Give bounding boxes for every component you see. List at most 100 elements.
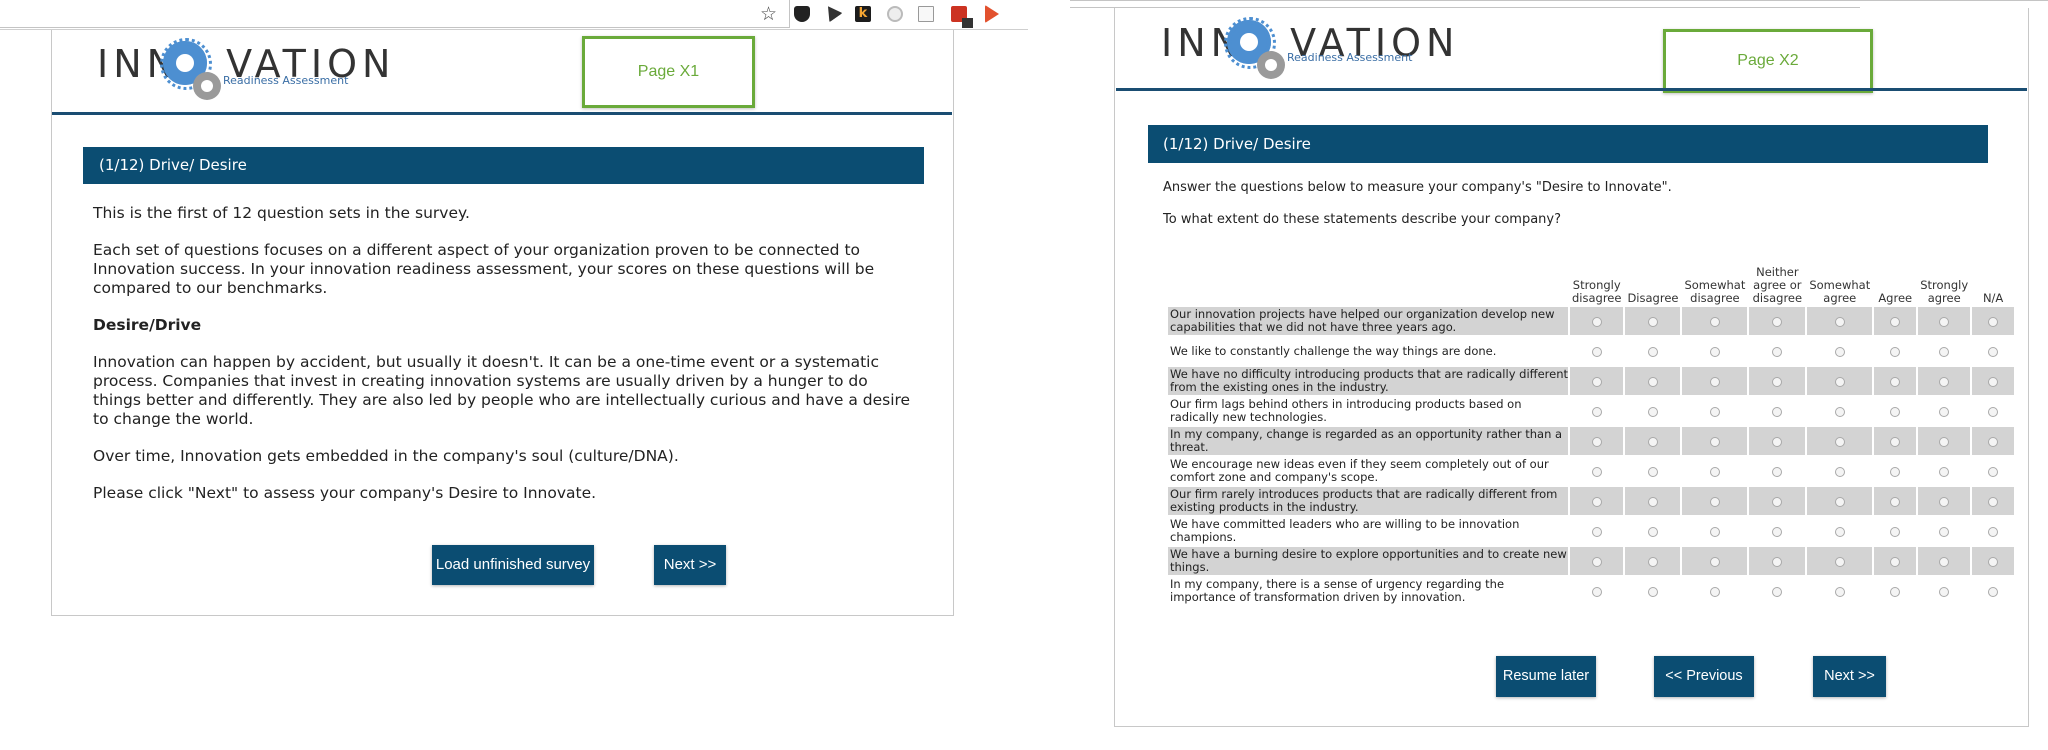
extension-feather-icon[interactable] [821, 1, 843, 23]
likert-radio-button[interactable] [1834, 406, 1845, 417]
likert-radio-button[interactable] [1647, 376, 1658, 387]
likert-radio-button[interactable] [1939, 526, 1950, 537]
likert-radio-button[interactable] [1772, 496, 1783, 507]
likert-radio-button[interactable] [1834, 556, 1845, 567]
likert-radio-button[interactable] [1591, 586, 1602, 597]
likert-radio-button[interactable] [1890, 346, 1901, 357]
likert-radio-button[interactable] [1890, 496, 1901, 507]
likert-radio-button[interactable] [1772, 376, 1783, 387]
likert-radio-button[interactable] [1939, 316, 1950, 327]
likert-radio-button[interactable] [1890, 436, 1901, 447]
likert-radio-button[interactable] [1647, 556, 1658, 567]
likert-radio-button[interactable] [1834, 376, 1845, 387]
extension-circle-icon[interactable] [887, 6, 903, 22]
load-unfinished-survey-button[interactable]: Load unfinished survey [432, 545, 594, 585]
likert-radio-button[interactable] [1647, 346, 1658, 357]
likert-radio-button[interactable] [1988, 436, 1999, 447]
likert-radio-button[interactable] [1591, 406, 1602, 417]
likert-radio-button[interactable] [1939, 346, 1950, 357]
address-bar-right[interactable] [1070, 1, 1860, 8]
likert-radio-button[interactable] [1591, 526, 1602, 537]
likert-radio-button[interactable] [1591, 316, 1602, 327]
likert-radio-button[interactable] [1988, 346, 1999, 357]
likert-radio-button[interactable] [1647, 436, 1658, 447]
likert-radio-button[interactable] [1834, 466, 1845, 477]
likert-radio-button[interactable] [1709, 556, 1720, 567]
likert-radio-button[interactable] [1939, 406, 1950, 417]
likert-radio-button[interactable] [1772, 436, 1783, 447]
likert-radio-button[interactable] [1709, 436, 1720, 447]
previous-button[interactable]: << Previous [1654, 656, 1754, 697]
likert-radio-button[interactable] [1709, 526, 1720, 537]
extension-page-icon[interactable] [918, 6, 934, 22]
likert-radio-button[interactable] [1591, 496, 1602, 507]
likert-radio-button[interactable] [1772, 316, 1783, 327]
likert-radio-button[interactable] [1647, 526, 1658, 537]
likert-radio-button[interactable] [1709, 466, 1720, 477]
likert-radio-button[interactable] [1709, 316, 1720, 327]
extension-owl-icon[interactable] [794, 6, 810, 22]
likert-radio-button[interactable] [1988, 376, 1999, 387]
likert-radio-button[interactable] [1890, 556, 1901, 567]
header-divider [52, 112, 952, 115]
likert-radio-button[interactable] [1988, 406, 1999, 417]
radio-cell [1749, 517, 1805, 545]
likert-radio-button[interactable] [1591, 376, 1602, 387]
likert-radio-button[interactable] [1772, 346, 1783, 357]
likert-radio-button[interactable] [1939, 376, 1950, 387]
radio-cell [1874, 367, 1917, 395]
likert-radio-button[interactable] [1988, 466, 1999, 477]
matrix-column-header: Strongly agree [1920, 278, 1969, 305]
likert-radio-button[interactable] [1647, 466, 1658, 477]
likert-radio-button[interactable] [1988, 526, 1999, 537]
likert-radio-button[interactable] [1890, 586, 1901, 597]
likert-radio-button[interactable] [1939, 586, 1950, 597]
likert-radio-button[interactable] [1709, 346, 1720, 357]
extension-calendar-icon[interactable] [951, 6, 973, 28]
likert-radio-button[interactable] [1647, 316, 1658, 327]
likert-radio-button[interactable] [1647, 586, 1658, 597]
likert-radio-button[interactable] [1890, 316, 1901, 327]
likert-radio-button[interactable] [1709, 586, 1720, 597]
likert-radio-button[interactable] [1709, 376, 1720, 387]
likert-radio-button[interactable] [1591, 556, 1602, 567]
likert-radio-button[interactable] [1772, 466, 1783, 477]
likert-radio-button[interactable] [1890, 466, 1901, 477]
extension-arrow-icon[interactable] [985, 5, 999, 23]
likert-radio-button[interactable] [1939, 556, 1950, 567]
likert-radio-button[interactable] [1647, 406, 1658, 417]
extension-k-icon[interactable]: k [855, 6, 871, 22]
likert-radio-button[interactable] [1939, 466, 1950, 477]
likert-radio-button[interactable] [1709, 406, 1720, 417]
likert-radio-button[interactable] [1834, 526, 1845, 537]
likert-radio-button[interactable] [1988, 586, 1999, 597]
likert-radio-button[interactable] [1772, 586, 1783, 597]
likert-radio-button[interactable] [1988, 496, 1999, 507]
likert-radio-button[interactable] [1709, 496, 1720, 507]
likert-radio-button[interactable] [1591, 436, 1602, 447]
likert-radio-button[interactable] [1647, 496, 1658, 507]
resume-later-button[interactable]: Resume later [1496, 656, 1596, 697]
likert-radio-button[interactable] [1772, 406, 1783, 417]
likert-radio-button[interactable] [1834, 346, 1845, 357]
likert-radio-button[interactable] [1834, 586, 1845, 597]
likert-radio-button[interactable] [1834, 436, 1845, 447]
likert-radio-button[interactable] [1988, 556, 1999, 567]
likert-radio-button[interactable] [1772, 556, 1783, 567]
address-bar[interactable] [0, 0, 790, 28]
likert-radio-button[interactable] [1772, 526, 1783, 537]
likert-radio-button[interactable] [1591, 346, 1602, 357]
likert-radio-button[interactable] [1591, 466, 1602, 477]
likert-radio-button[interactable] [1939, 436, 1950, 447]
likert-radio-button[interactable] [1890, 376, 1901, 387]
likert-radio-button[interactable] [1939, 496, 1950, 507]
likert-radio-button[interactable] [1890, 406, 1901, 417]
bookmark-star-icon[interactable]: ☆ [760, 3, 777, 25]
likert-radio-button[interactable] [1834, 496, 1845, 507]
likert-radio-button[interactable] [1834, 316, 1845, 327]
next-button-right[interactable]: Next >> [1813, 656, 1886, 697]
next-button[interactable]: Next >> [654, 545, 726, 585]
radio-cell [1570, 577, 1623, 605]
likert-radio-button[interactable] [1890, 526, 1901, 537]
likert-radio-button[interactable] [1988, 316, 1999, 327]
